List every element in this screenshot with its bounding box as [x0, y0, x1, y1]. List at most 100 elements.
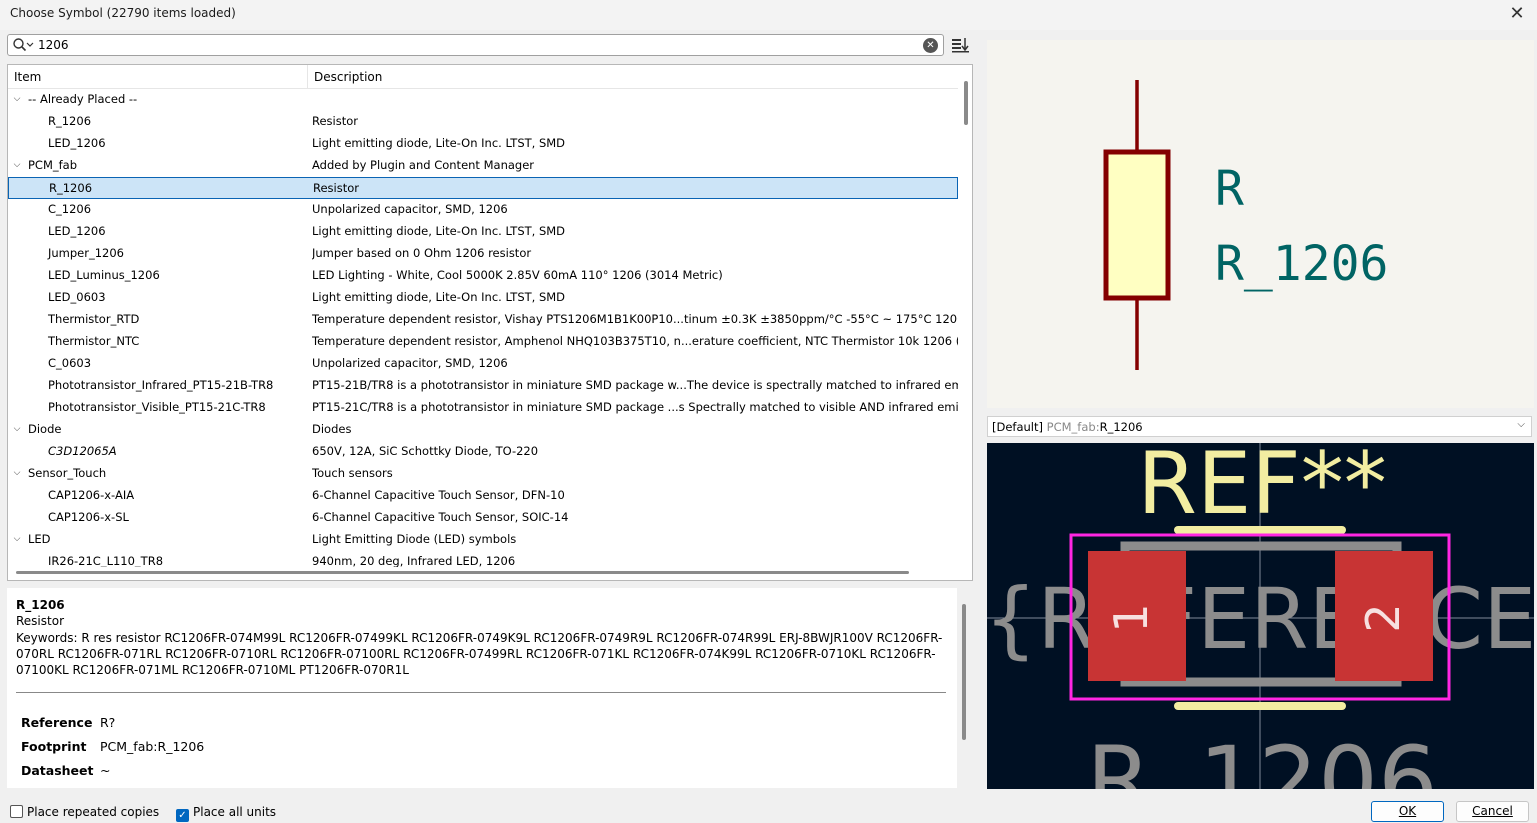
checkmark-icon[interactable]: ✓ — [176, 809, 189, 822]
details-scroll-thumb[interactable] — [962, 604, 966, 740]
tree-row-description: Light Emitting Diode (LED) symbols — [312, 532, 517, 546]
tree-row-description: Unpolarized capacitor, SMD, 1206 — [312, 356, 508, 370]
tree-row[interactable]: Phototransistor_Infrared_PT15-21B-TR8 PT1… — [8, 375, 958, 397]
tree-row-description: Unpolarized capacitor, SMD, 1206 — [312, 202, 508, 216]
search-box: ✕ — [7, 34, 944, 56]
tree-vertical-scrollbar[interactable] — [962, 65, 972, 567]
tree-group-row[interactable]: ⌵ PCM_fab Added by Plugin and Content Mana… — [8, 155, 958, 177]
tree-row[interactable]: R_1206 Resistor — [8, 177, 958, 199]
scroll-thumb[interactable] — [16, 571, 909, 574]
tree-row[interactable]: C_0603 Unpolarized capacitor, SMD, 1206 — [8, 353, 958, 375]
tree-row[interactable]: Thermistor_RTD Temperature dependent resi… — [8, 309, 958, 331]
tree-row[interactable]: CAP1206-x-AIA 6-Channel Capacitive Touch … — [8, 485, 958, 507]
tree-row[interactable]: Thermistor_NTC Temperature dependent resi… — [8, 331, 958, 353]
tree-row-name: PCM_fab — [28, 158, 78, 172]
cancel-button[interactable]: Cancel — [1456, 801, 1529, 822]
tree-row-name: Phototransistor_Infrared_PT15-21B-TR8 — [48, 378, 274, 392]
tree-row-description: Resistor — [313, 181, 359, 195]
column-item[interactable]: Item — [14, 70, 41, 84]
symbol-ref: R — [1215, 161, 1244, 217]
tree-group-row[interactable]: ⌵ LED Light Emitting Diode (LED) symbols — [8, 529, 958, 551]
footprint-preview: REF** ${REFERENCE} 1 2 R_1206 — [987, 443, 1534, 789]
tree-group-row[interactable]: ⌵ -- Already Placed -- — [8, 89, 958, 111]
field-reference: Reference R? — [21, 715, 116, 730]
pad1-number: 1 — [1104, 603, 1158, 632]
clear-search-icon[interactable]: ✕ — [923, 38, 938, 53]
tree-rows: ⌵ -- Already Placed -- R_1206 Resistor LED_1… — [8, 89, 958, 573]
tree-row-name: LED — [28, 532, 51, 546]
tree-row[interactable]: R_1206 Resistor — [8, 111, 958, 133]
ok-button[interactable]: OK — [1371, 801, 1444, 822]
tree-row-name: R_1206 — [48, 114, 92, 128]
tree-row-description: Jumper based on 0 Ohm 1206 resistor — [312, 246, 532, 260]
footprint-select[interactable]: [Default] PCM_fab:R_1206 ⌵ — [987, 416, 1532, 437]
field-footprint: Footprint PCM_fab:R_1206 — [21, 739, 205, 754]
symbol-value: R_1206 — [1215, 236, 1388, 292]
column-separator[interactable] — [307, 65, 308, 89]
tree-row-name: Thermistor_RTD — [48, 312, 140, 326]
search-input[interactable] — [38, 36, 918, 54]
sort-button[interactable] — [949, 34, 972, 56]
tree-row-name: LED_Luminus_1206 — [48, 268, 160, 282]
chevron-down-icon[interactable]: ⌵ — [11, 423, 23, 435]
tree-row-description: Temperature dependent resistor, Vishay P… — [312, 312, 958, 326]
tree-row-description: 940nm, 20 deg, Infrared LED, 1206 — [312, 554, 516, 568]
tree-row[interactable]: Phototransistor_Visible_PT15-21C-TR8 PT15… — [8, 397, 958, 419]
symbol-preview: R R_1206 — [987, 40, 1534, 408]
tree-row-name: CAP1206-x-SL — [48, 510, 129, 524]
tree-row-description: 6-Channel Capacitive Touch Sensor, SOIC-… — [312, 510, 569, 524]
tree-row-description: Added by Plugin and Content Manager — [312, 158, 535, 172]
column-description[interactable]: Description — [314, 70, 382, 84]
tree-row-description: Temperature dependent resistor, Amphenol… — [312, 334, 958, 348]
resistor-symbol: R R_1206 — [1103, 80, 1388, 370]
checkbox-box[interactable] — [10, 805, 23, 818]
tree-row[interactable]: C_1206 Unpolarized capacitor, SMD, 1206 — [8, 199, 958, 221]
fp-reference-field: ${REFERENCE} — [987, 570, 1534, 668]
tree-row-description: PT15-21B/TR8 is a phototransistor in min… — [312, 378, 958, 392]
chevron-down-icon[interactable]: ⌵ — [11, 467, 23, 479]
tree-row-name: R_1206 — [49, 181, 93, 195]
tree-row[interactable]: LED_1206 Light emitting diode, Lite-On In… — [8, 133, 958, 155]
chevron-down-icon[interactable]: ⌵ — [11, 533, 23, 545]
tree-row-description: Light emitting diode, Lite-On Inc. LTST,… — [312, 136, 566, 150]
tree-row-description: LED Lighting - White, Cool 5000K 2.85V 6… — [312, 268, 723, 282]
tree-row-description: Diodes — [312, 422, 352, 436]
details-name: R_1206 — [16, 598, 65, 612]
tree-group-row[interactable]: ⌵ Diode Diodes — [8, 419, 958, 441]
sort-icon — [952, 38, 969, 53]
place-repeated-copies-checkbox[interactable]: Place repeated copies — [10, 805, 159, 819]
tree-row-name: Diode — [28, 422, 62, 436]
tree-row-name: Sensor_Touch — [28, 466, 107, 480]
tree-row-name: Jumper_1206 — [48, 246, 125, 260]
tree-row-name: Phototransistor_Visible_PT15-21C-TR8 — [48, 400, 266, 414]
tree-row[interactable]: C3D12065A 650V, 12A, SiC Schottky Diode, … — [8, 441, 958, 463]
choose-symbol-dialog: Choose Symbol (22790 items loaded) ✕ ✕ I… — [0, 0, 1537, 823]
chevron-down-icon[interactable]: ⌵ — [1517, 419, 1525, 430]
tree-row-name: -- Already Placed -- — [28, 92, 138, 106]
window-title: Choose Symbol (22790 items loaded) — [10, 6, 236, 20]
tree-row-name: LED_0603 — [48, 290, 106, 304]
divider — [16, 692, 946, 693]
tree-row-description: PT15-21C/TR8 is a phototransistor in min… — [312, 400, 958, 414]
tree-row[interactable]: Jumper_1206 Jumper based on 0 Ohm 1206 re… — [8, 243, 958, 265]
tree-header: Item Description — [8, 65, 958, 89]
scroll-thumb[interactable] — [964, 81, 968, 125]
details-keywords: Keywords: R res resistor RC1206FR-074M99… — [16, 631, 943, 677]
tree-row[interactable]: LED_Luminus_1206 LED Lighting - White, Co… — [8, 265, 958, 287]
place-all-units-checkbox[interactable]: ✓ Place all units — [176, 805, 276, 822]
footprint-select-value: [Default] PCM_fab:R_1206 — [992, 420, 1143, 434]
chevron-down-icon[interactable]: ⌵ — [11, 93, 23, 105]
details-description: Resistor — [16, 614, 64, 628]
tree-group-row[interactable]: ⌵ Sensor_Touch Touch sensors — [8, 463, 958, 485]
tree-row-name: LED_1206 — [48, 224, 106, 238]
tree-horizontal-scrollbar[interactable] — [8, 567, 962, 580]
symbol-tree[interactable]: Item Description ⌵ -- Already Placed -- R_… — [7, 64, 973, 581]
chevron-down-icon[interactable]: ⌵ — [11, 159, 23, 171]
search-icon[interactable] — [12, 37, 34, 53]
title-bar: Choose Symbol (22790 items loaded) ✕ — [0, 0, 1537, 30]
tree-row[interactable]: LED_0603 Light emitting diode, Lite-On In… — [8, 287, 958, 309]
tree-row[interactable]: LED_1206 Light emitting diode, Lite-On In… — [8, 221, 958, 243]
tree-row[interactable]: CAP1206-x-SL 6-Channel Capacitive Touch S… — [8, 507, 958, 529]
close-icon[interactable]: ✕ — [1505, 3, 1529, 25]
tree-row-name: C_0603 — [48, 356, 92, 370]
